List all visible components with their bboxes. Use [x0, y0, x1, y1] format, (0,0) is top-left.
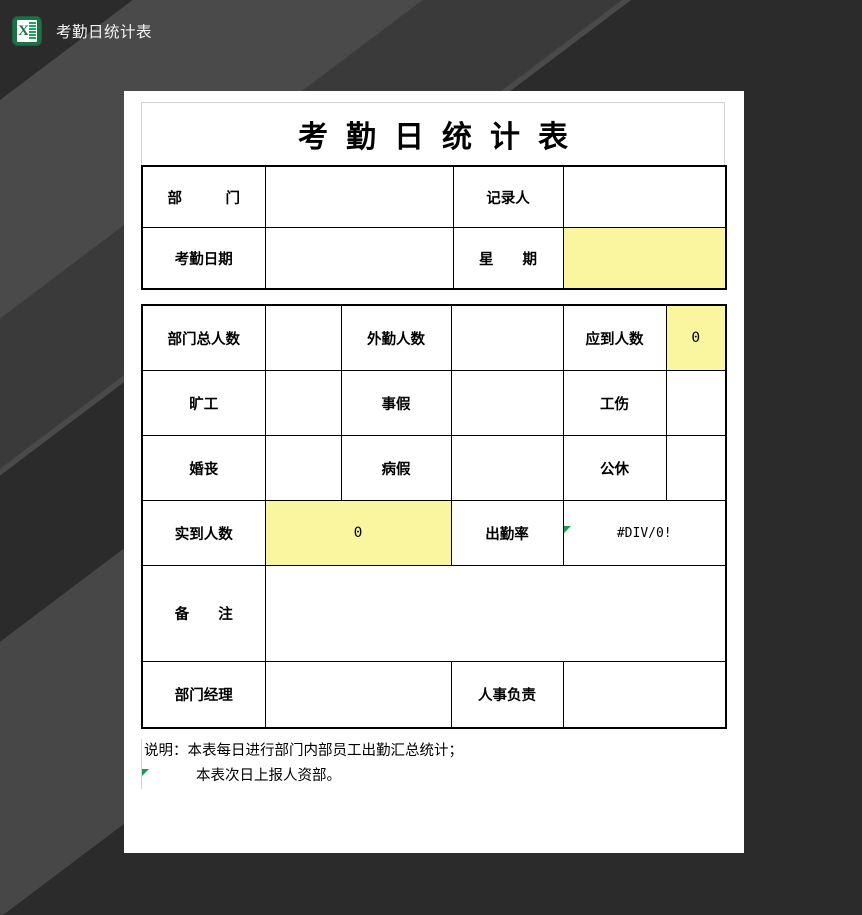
input-department-manager[interactable]: [264, 661, 452, 729]
table-row: 实到人数 0 出勤率 #DIV/0!: [141, 500, 727, 566]
label-expected-attendance: 应到人数: [562, 304, 667, 371]
input-weekday[interactable]: [562, 227, 727, 290]
label-work-injury: 工伤: [562, 370, 667, 436]
table-row: 部门经理 人事负责: [141, 661, 727, 729]
value-attendance-rate-cell[interactable]: #DIV/0!: [562, 500, 727, 566]
table-row: 旷工 事假 工伤: [141, 370, 727, 436]
worksheet-page: 考勤日统计表 部 门 记录人 考勤日期 星 期 部门总人数 外勤人数 应到人数 …: [124, 91, 744, 853]
titlebar: X 考勤日统计表: [0, 0, 862, 62]
input-work-injury[interactable]: [665, 370, 727, 436]
label-department-manager: 部门经理: [141, 661, 266, 729]
label-weekday: 星 期: [452, 227, 564, 290]
value-actual-attendance[interactable]: 0: [264, 500, 452, 566]
title-char: 计: [490, 120, 520, 155]
label-remark: 备 注: [141, 565, 266, 662]
input-department[interactable]: [264, 165, 454, 228]
title-char: 日: [394, 120, 424, 155]
excel-file-icon: X: [12, 16, 42, 46]
table-row: 部门总人数 外勤人数 应到人数 0: [141, 304, 727, 371]
input-personal-leave[interactable]: [450, 370, 564, 436]
input-sick-leave[interactable]: [450, 435, 564, 501]
label-field-staff: 外勤人数: [340, 304, 452, 371]
worksheet-content: 考勤日统计表 部 门 记录人 考勤日期 星 期 部门总人数 外勤人数 应到人数 …: [141, 102, 727, 789]
label-attendance-date: 考勤日期: [141, 227, 266, 290]
block-spacer: [141, 290, 725, 304]
input-attendance-date[interactable]: [264, 227, 454, 290]
input-hr-officer[interactable]: [562, 661, 727, 729]
label-public-holiday: 公休: [562, 435, 667, 501]
input-field-staff[interactable]: [450, 304, 564, 371]
label-sick-leave: 病假: [340, 435, 452, 501]
comment-marker-icon: [142, 769, 149, 776]
comment-marker-icon: [563, 525, 571, 533]
page-title: 考勤日统计表: [289, 112, 577, 156]
label-hr-officer: 人事负责: [450, 661, 564, 729]
label-recorder: 记录人: [452, 165, 564, 228]
label-absenteeism: 旷工: [141, 370, 266, 436]
label-actual-attendance: 实到人数: [141, 500, 266, 566]
table-row: 备 注: [141, 565, 727, 662]
input-absenteeism[interactable]: [264, 370, 342, 436]
header-table: 部 门 记录人 考勤日期 星 期: [141, 165, 727, 290]
footer-note: 说明：本表每日进行部门内部员工出勤汇总统计； 本表次日上报人资部。: [141, 739, 725, 789]
title-char: 表: [538, 120, 568, 155]
label-total-headcount: 部门总人数: [141, 304, 266, 371]
label-personal-leave: 事假: [340, 370, 452, 436]
footer-note-line-1: 说明：本表每日进行部门内部员工出勤汇总统计；: [144, 743, 463, 759]
footer-note-line-2: 本表次日上报人资部。: [196, 768, 341, 784]
document-title: 考勤日统计表: [56, 24, 153, 41]
input-marriage-funeral-leave[interactable]: [264, 435, 342, 501]
sheet-title-row: 考勤日统计表: [141, 102, 725, 165]
excel-icon-grid: [28, 21, 37, 41]
value-attendance-rate: #DIV/0!: [616, 525, 672, 541]
title-char: 统: [442, 120, 472, 155]
input-total-headcount[interactable]: [264, 304, 342, 371]
input-remark[interactable]: [264, 565, 727, 662]
statistics-table: 部门总人数 外勤人数 应到人数 0 旷工 事假 工伤 婚丧 病假 公休 实到人数…: [141, 304, 727, 729]
input-public-holiday[interactable]: [665, 435, 727, 501]
table-row: 婚丧 病假 公休: [141, 435, 727, 501]
label-attendance-rate: 出勤率: [450, 500, 564, 566]
title-char: 考: [298, 120, 328, 155]
label-marriage-funeral-leave: 婚丧: [141, 435, 266, 501]
label-department: 部 门: [141, 165, 266, 228]
table-row: 考勤日期 星 期: [141, 227, 727, 290]
input-recorder[interactable]: [562, 165, 727, 228]
table-row: 部 门 记录人: [141, 165, 727, 228]
value-expected-attendance[interactable]: 0: [665, 304, 727, 371]
title-char: 勤: [346, 120, 376, 155]
